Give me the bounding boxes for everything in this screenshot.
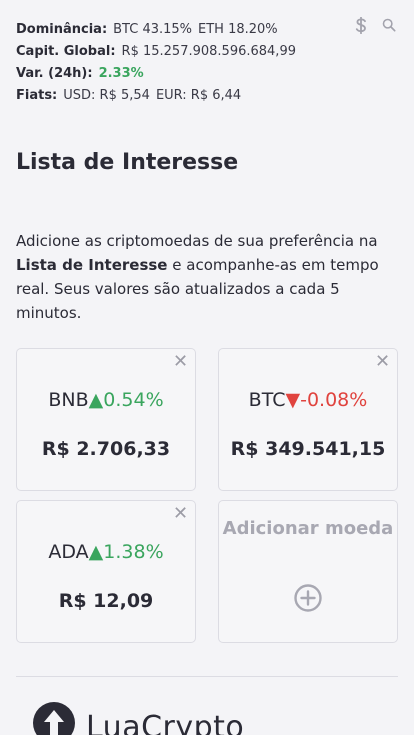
coin-symbol: BNB bbox=[48, 389, 89, 411]
market-stats: Dominância: BTC 43.15% ETH 18.20% Capit.… bbox=[16, 18, 346, 106]
watch-card-bnb[interactable]: ✕ BNB▲0.54% R$ 2.706,33 bbox=[16, 348, 196, 491]
dollar-icon[interactable] bbox=[354, 16, 368, 34]
fiats-eur: EUR: R$ 6,44 bbox=[155, 87, 242, 103]
coin-heading: ADA▲1.38% bbox=[17, 541, 195, 563]
intro-text: Adicione as criptomoedas de sua preferên… bbox=[16, 229, 400, 325]
top-actions bbox=[354, 16, 396, 34]
close-icon[interactable]: ✕ bbox=[173, 505, 188, 523]
coin-price: R$ 349.541,15 bbox=[230, 438, 386, 460]
change-row: Var. (24h): 2.33% bbox=[16, 62, 346, 84]
coin-heading: BTC▼-0.08% bbox=[219, 389, 397, 411]
fiats-label: Fiats: bbox=[16, 87, 58, 103]
change-label: Var. (24h): bbox=[16, 65, 93, 81]
page-title: Lista de Interesse bbox=[16, 150, 239, 175]
search-icon[interactable] bbox=[382, 16, 396, 34]
brand-name: LuaCrypto bbox=[86, 710, 245, 735]
plus-circle-icon[interactable] bbox=[293, 583, 323, 613]
fiats-row: Fiats: USD: R$ 5,54 EUR: R$ 6,44 bbox=[16, 84, 346, 106]
dominance-eth: ETH 18.20% bbox=[198, 21, 278, 37]
market-cap-row: Capit. Global: R$ 15.257.908.596.684,99 bbox=[16, 40, 346, 62]
dominance-label: Dominância: bbox=[16, 21, 108, 37]
market-cap-label: Capit. Global: bbox=[16, 43, 116, 59]
coin-symbol: ADA bbox=[48, 541, 89, 563]
intro-bold: Lista de Interesse bbox=[16, 256, 168, 274]
change-value: 2.33% bbox=[98, 65, 144, 81]
market-cap-value: R$ 15.257.908.596.684,99 bbox=[121, 43, 296, 59]
arrow-down-icon: ▼ bbox=[285, 389, 301, 411]
coin-heading: BNB▲0.54% bbox=[17, 389, 195, 411]
add-coin-card[interactable]: Adicionar moeda bbox=[218, 500, 398, 643]
coin-price: R$ 2.706,33 bbox=[41, 438, 171, 460]
fiats-usd: USD: R$ 5,54 bbox=[63, 87, 150, 103]
footer-divider bbox=[16, 676, 398, 677]
arrow-up-icon: ▲ bbox=[88, 389, 104, 411]
brand-logo-icon bbox=[33, 701, 75, 735]
coin-change: 0.54% bbox=[103, 389, 164, 411]
close-icon[interactable]: ✕ bbox=[375, 353, 390, 371]
intro-before: Adicione as criptomoedas de sua preferên… bbox=[16, 232, 378, 250]
close-icon[interactable]: ✕ bbox=[173, 353, 188, 371]
coin-symbol: BTC bbox=[248, 389, 286, 411]
watch-card-btc[interactable]: ✕ BTC▼-0.08% R$ 349.541,15 bbox=[218, 348, 398, 491]
dominance-btc: BTC 43.15% bbox=[113, 21, 193, 37]
add-coin-label: Adicionar moeda bbox=[222, 518, 394, 539]
watch-card-ada[interactable]: ✕ ADA▲1.38% R$ 12,09 bbox=[16, 500, 196, 643]
footer-logo[interactable]: LuaCrypto bbox=[32, 700, 244, 735]
coin-price: R$ 12,09 bbox=[58, 590, 154, 612]
coin-change: 1.38% bbox=[103, 541, 164, 563]
arrow-up-icon: ▲ bbox=[88, 541, 104, 563]
dominance-row: Dominância: BTC 43.15% ETH 18.20% bbox=[16, 18, 346, 40]
coin-change: -0.08% bbox=[300, 389, 368, 411]
